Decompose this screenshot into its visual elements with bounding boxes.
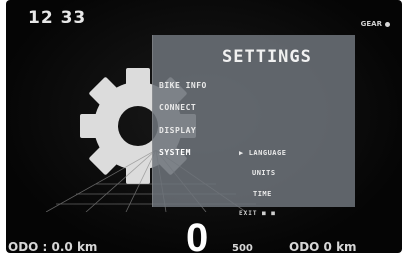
connection-status: GEAR [361, 20, 390, 28]
odometer-left: ODO : 0.0 km [8, 240, 98, 253]
clock: 12 33 [28, 8, 87, 28]
bluetooth-dot-icon [385, 21, 390, 27]
settings-panel: SETTINGS BIKE INFO CONNECT DISPLAY SYSTE… [152, 35, 355, 207]
bottom-mid-value: 500 [232, 243, 253, 253]
submenu-item-time[interactable]: TIME [253, 190, 272, 198]
menu-item-connect[interactable]: CONNECT [159, 103, 196, 112]
menu-item-display[interactable]: DISPLAY [159, 126, 196, 135]
submenu-item-units[interactable]: UNITS [252, 169, 276, 177]
device-display: 12 33 GEAR SETTINGS BIKE INFO CONNECT DI… [6, 0, 402, 253]
selection-arrow-icon: ▶ [239, 149, 244, 157]
screen: 12 33 GEAR SETTINGS BIKE INFO CONNECT DI… [0, 0, 408, 255]
odometer-right: ODO 0 km [289, 240, 357, 253]
menu-item-bike-info[interactable]: BIKE INFO [159, 81, 207, 90]
submenu-label-language: LANGUAGE [248, 149, 287, 157]
submenu-item-language[interactable]: ▶ LANGUAGE [239, 149, 286, 157]
settings-title: SETTINGS [222, 47, 312, 67]
menu-item-system[interactable]: SYSTEM [159, 148, 191, 157]
connection-label: GEAR [360, 20, 382, 28]
speed-readout: 0 [186, 216, 209, 253]
nav-hint: EXIT ■ ■ [239, 210, 276, 217]
